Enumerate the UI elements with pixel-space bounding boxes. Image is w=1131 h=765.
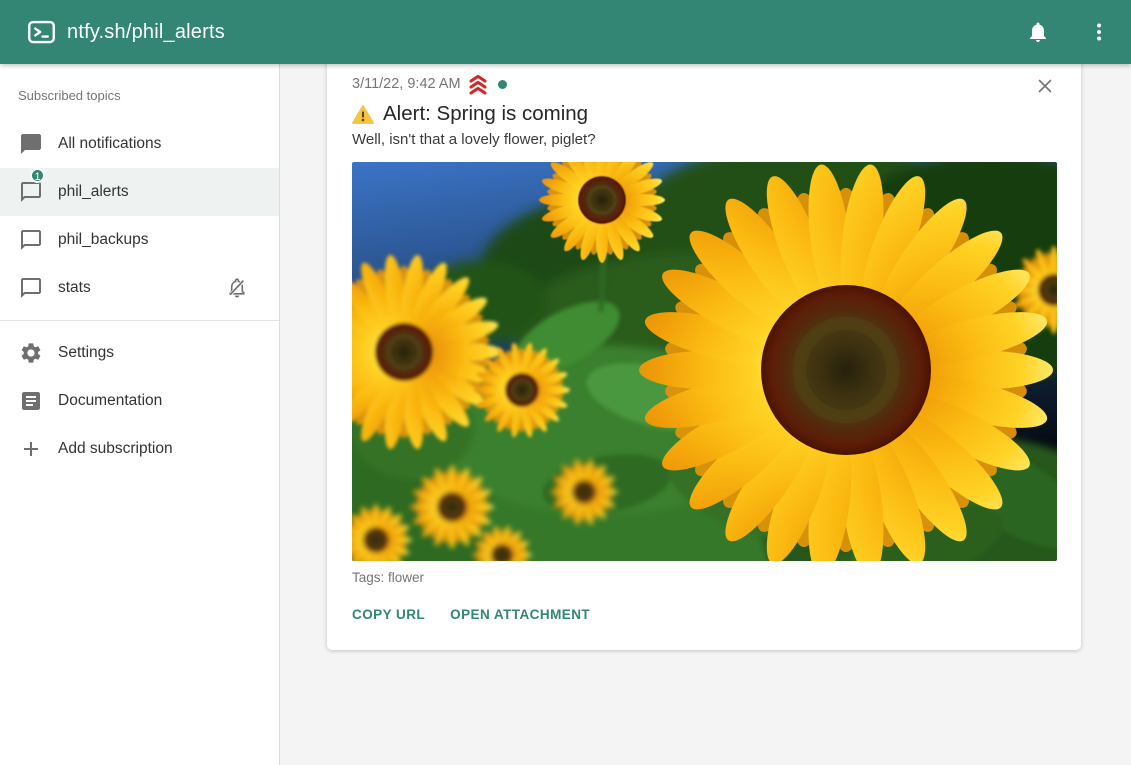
sidebar-item-stats[interactable]: stats <box>0 264 279 312</box>
copy-url-button[interactable]: COPY URL <box>352 601 425 628</box>
sidebar-item-all-notifications[interactable]: All notifications <box>0 120 279 168</box>
tags-line: Tags: flower <box>352 570 1057 585</box>
priority-max-icon <box>466 73 490 95</box>
sidebar-item-documentation[interactable]: Documentation <box>0 377 279 425</box>
notification-title: Alert: Spring is coming <box>383 102 588 126</box>
unread-count-badge: 1 <box>30 168 45 183</box>
bell-icon <box>1026 20 1050 44</box>
sidebar-item-label: phil_alerts <box>58 183 129 201</box>
chat-bubble-outline-icon: 1 <box>19 180 43 204</box>
chat-bubble-outline-icon <box>19 276 43 300</box>
unread-dot <box>498 80 507 89</box>
subscribed-topics-label: Subscribed topics <box>0 88 279 103</box>
timestamp: 3/11/22, 9:42 AM <box>352 76 461 92</box>
main-content: 3/11/22, 9:42 AM Alert: Spring is coming… <box>280 0 1131 650</box>
sidebar: Subscribed topics All notifications 1 ph… <box>0 64 280 765</box>
sidebar-item-label: Documentation <box>58 392 162 410</box>
sidebar-item-label: All notifications <box>58 135 161 153</box>
open-attachment-button[interactable]: OPEN ATTACHMENT <box>450 601 590 628</box>
notification-meta-row: 3/11/22, 9:42 AM <box>352 73 1057 95</box>
page-title: ntfy.sh/phil_alerts <box>67 21 225 44</box>
article-icon <box>19 389 43 413</box>
overflow-menu-button[interactable] <box>1081 14 1117 50</box>
ntfy-logo-icon <box>26 17 57 47</box>
sidebar-item-phil-backups[interactable]: phil_backups <box>0 216 279 264</box>
close-notification-button[interactable] <box>1034 75 1056 97</box>
sidebar-item-label: stats <box>58 279 91 297</box>
sidebar-item-phil-alerts[interactable]: 1 phil_alerts <box>0 168 279 216</box>
notification-body: Well, isn't that a lovely flower, piglet… <box>352 131 1057 148</box>
sidebar-item-settings[interactable]: Settings <box>0 329 279 377</box>
sidebar-item-label: Add subscription <box>58 440 173 458</box>
kebab-menu-icon <box>1087 20 1111 44</box>
notification-card: 3/11/22, 9:42 AM Alert: Spring is coming… <box>327 49 1081 650</box>
sidebar-item-label: phil_backups <box>58 231 148 249</box>
app-bar: ntfy.sh/phil_alerts <box>0 0 1131 64</box>
gear-icon <box>19 341 43 365</box>
warning-emoji-icon <box>352 104 374 125</box>
sidebar-item-add-subscription[interactable]: Add subscription <box>0 425 279 473</box>
close-icon <box>1034 75 1056 97</box>
chat-bubble-outline-icon <box>19 228 43 252</box>
chat-bubble-filled-icon <box>19 132 43 156</box>
sidebar-item-label: Settings <box>58 344 114 362</box>
bell-off-icon <box>225 276 249 300</box>
notifications-bell-button[interactable] <box>1020 14 1056 50</box>
attachment-image-sunflowers[interactable] <box>352 162 1057 561</box>
notification-actions: COPY URL OPEN ATTACHMENT <box>352 601 1057 628</box>
plus-icon <box>19 437 43 461</box>
sidebar-divider <box>0 320 279 321</box>
